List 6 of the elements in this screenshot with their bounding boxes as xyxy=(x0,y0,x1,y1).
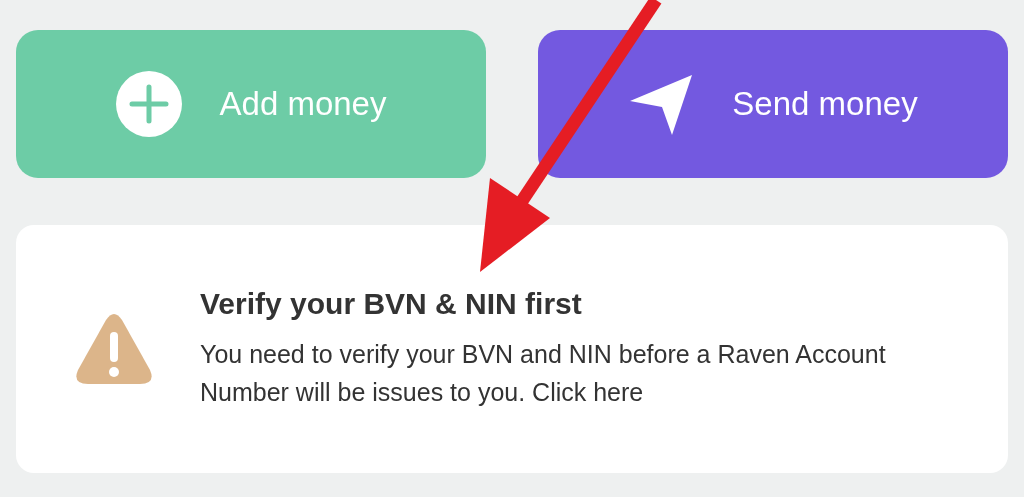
notice-card[interactable]: Verify your BVN & NIN first You need to verify your BVN and NIN before a Raven Account Number will be issues to you. Click here xyxy=(16,225,1008,473)
send-money-button[interactable]: Send money xyxy=(538,30,1008,178)
plus-icon xyxy=(115,71,182,137)
warning-icon xyxy=(76,314,152,384)
notice-title: Verify your BVN & NIN first xyxy=(200,287,583,321)
notice-text: You need to verify your BVN and NIN before a Raven Account Number will be issues to you. Click here xyxy=(200,339,887,408)
